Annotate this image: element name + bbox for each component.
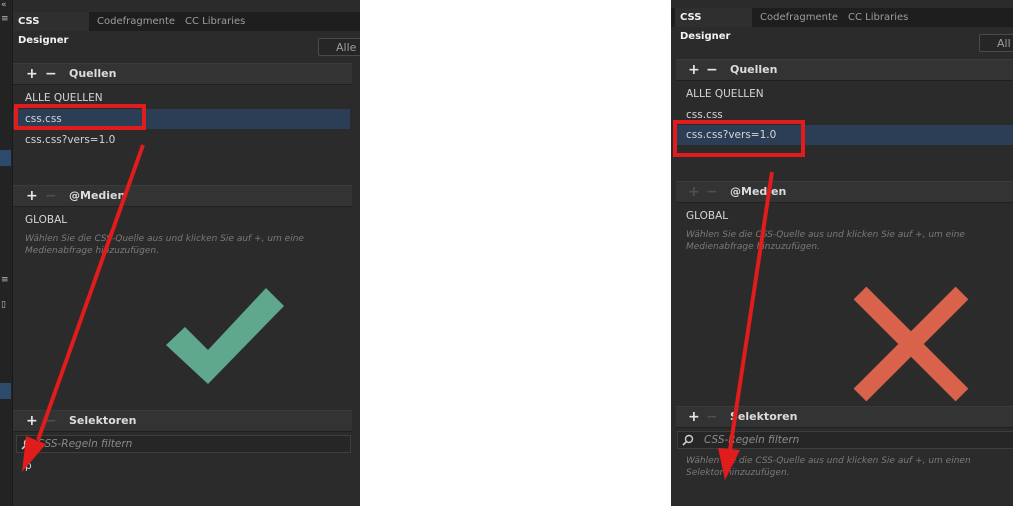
arrow-line-left: [36, 144, 145, 441]
arrowhead-left: [22, 436, 46, 472]
checkmark-icon: [166, 288, 284, 384]
highlight-box-left: [14, 104, 146, 130]
arrowhead-right: [718, 448, 740, 480]
annotation-overlay: [14, 104, 969, 480]
arrow-line-right: [728, 171, 774, 451]
cross-icon: [853, 286, 969, 402]
highlight-box-right: [673, 120, 805, 157]
